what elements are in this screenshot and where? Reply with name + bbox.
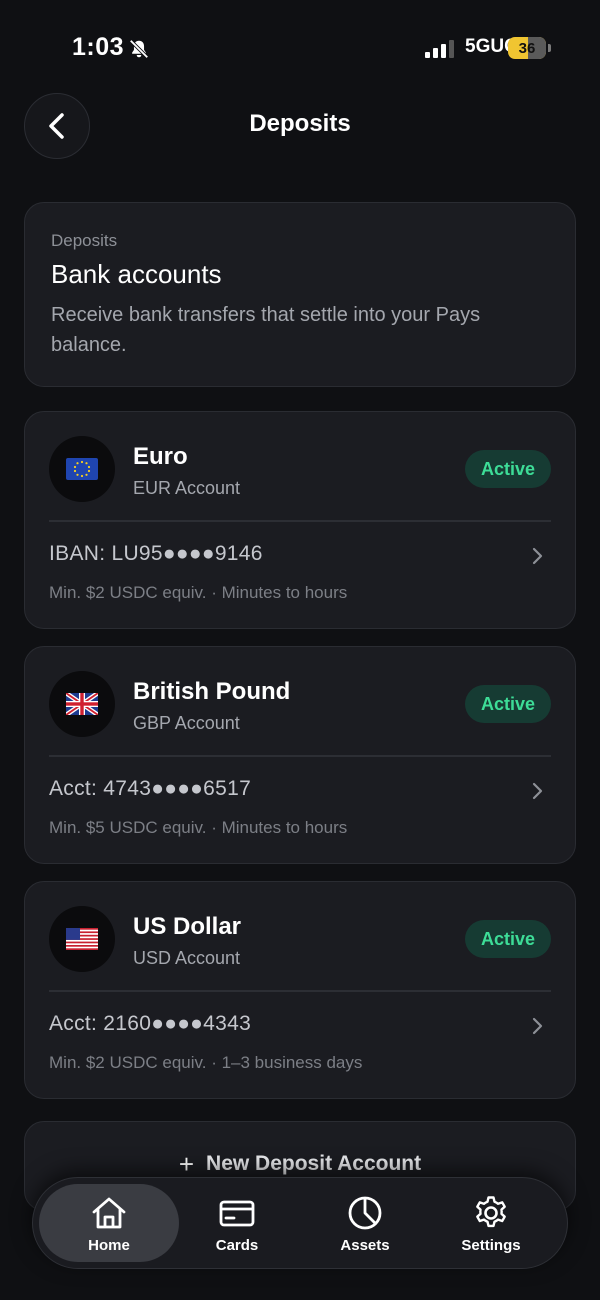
status-time: 1:03 bbox=[72, 33, 125, 61]
account-meta: Min. $2 USDC equiv. · Minutes to hours bbox=[49, 583, 348, 602]
chevron-right-icon bbox=[532, 782, 543, 800]
divider bbox=[49, 755, 551, 757]
eu-flag-icon bbox=[66, 458, 98, 480]
account-name: British Pound bbox=[133, 678, 291, 705]
account-card-header: US Dollar USD Account Active bbox=[25, 882, 575, 990]
status-badge: Active bbox=[464, 450, 551, 488]
us-flag-icon bbox=[66, 928, 98, 950]
account-card-eur[interactable]: Euro EUR Account Active IBAN: LU95●●●●91… bbox=[24, 411, 576, 629]
home-icon bbox=[92, 1197, 126, 1228]
battery-indicator: 36 bbox=[508, 37, 546, 59]
nav-label: Assets bbox=[340, 1236, 390, 1254]
nav-item-home[interactable]: Home bbox=[39, 1184, 179, 1262]
divider bbox=[49, 520, 551, 522]
bottom-nav: Home Cards Assets Settings bbox=[32, 1177, 568, 1269]
intro-title: Bank accounts bbox=[51, 259, 222, 289]
nav-label: Cards bbox=[215, 1236, 259, 1254]
battery-level: 36 bbox=[518, 39, 536, 57]
card-icon bbox=[219, 1200, 255, 1226]
flag-badge bbox=[49, 906, 115, 972]
status-badge: Active bbox=[464, 685, 551, 723]
account-number: Acct: 2160●●●●4343 bbox=[49, 1012, 252, 1035]
status-badge: Active bbox=[464, 920, 551, 958]
nav-item-assets[interactable]: Assets bbox=[295, 1184, 435, 1262]
account-card-header: British Pound GBP Account Active bbox=[25, 647, 575, 755]
account-type: USD Account bbox=[133, 948, 241, 968]
nav-item-cards[interactable]: Cards bbox=[167, 1184, 307, 1262]
divider bbox=[49, 990, 551, 992]
intro-eyebrow: Deposits bbox=[51, 231, 118, 250]
plus-icon: + bbox=[178, 1149, 195, 1179]
new-deposit-account-label: New Deposit Account bbox=[206, 1152, 422, 1175]
account-type: GBP Account bbox=[133, 713, 240, 733]
pie-chart-icon bbox=[348, 1196, 382, 1229]
account-card-usd[interactable]: US Dollar USD Account Active Acct: 2160●… bbox=[24, 881, 576, 1099]
account-card-header: Euro EUR Account Active bbox=[25, 412, 575, 520]
account-type: EUR Account bbox=[133, 478, 241, 498]
account-meta: Min. $2 USDC equiv. · 1–3 business days bbox=[49, 1053, 363, 1072]
account-card-gbp[interactable]: British Pound GBP Account Active Acct: 4… bbox=[24, 646, 576, 864]
flag-badge bbox=[49, 671, 115, 737]
chevron-right-icon bbox=[532, 1017, 543, 1035]
page-title: Deposits bbox=[249, 110, 351, 137]
intro-description: Receive bank transfers that settle into … bbox=[51, 304, 481, 356]
account-meta: Min. $5 USDC equiv. · Minutes to hours bbox=[49, 818, 348, 837]
chevron-right-icon bbox=[532, 547, 543, 565]
account-name: US Dollar bbox=[133, 913, 242, 940]
status-bar: 1:03 5GUC 36 bbox=[0, 0, 600, 96]
battery-tip bbox=[548, 44, 551, 52]
account-name: Euro bbox=[133, 443, 188, 470]
signal-icon bbox=[425, 40, 454, 58]
intro-card: Deposits Bank accounts Receive bank tran… bbox=[24, 202, 576, 387]
nav-label: Home bbox=[88, 1236, 130, 1254]
account-number: Acct: 4743●●●●6517 bbox=[49, 777, 252, 800]
uk-flag-icon bbox=[66, 693, 98, 715]
account-number: IBAN: LU95●●●●9146 bbox=[49, 542, 263, 565]
flag-badge bbox=[49, 436, 115, 502]
nav-item-settings[interactable]: Settings bbox=[421, 1184, 561, 1262]
gear-icon bbox=[476, 1195, 506, 1227]
bell-muted-icon bbox=[129, 39, 149, 59]
nav-label: Settings bbox=[461, 1236, 521, 1254]
